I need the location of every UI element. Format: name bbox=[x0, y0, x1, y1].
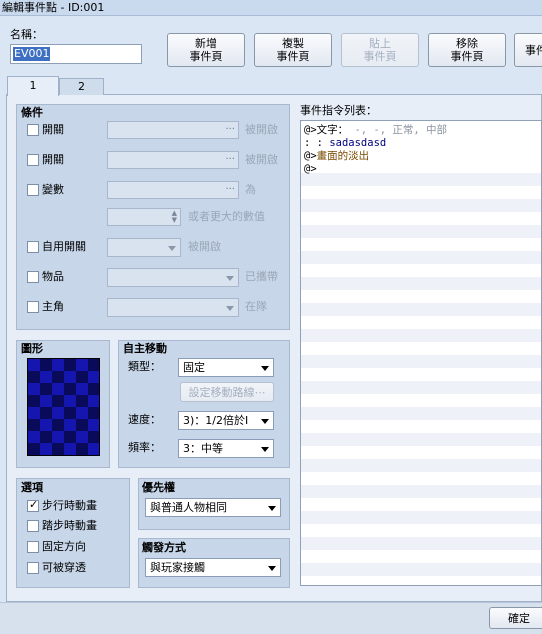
clear-page-button[interactable]: 事件 bbox=[514, 33, 542, 67]
command-line[interactable]: @> bbox=[304, 163, 317, 176]
set-move-route-button[interactable]: 設定移動路線⋯ bbox=[180, 382, 274, 402]
move-speed-label: 速度： bbox=[128, 413, 161, 426]
variable-or-more-label: 或者更大的數值 bbox=[188, 210, 265, 223]
graphic-preview[interactable] bbox=[27, 358, 100, 456]
variable-value-spinner[interactable]: ▲ ▼ bbox=[107, 208, 181, 226]
move-frequency-label: 頻率： bbox=[128, 441, 161, 454]
through-checkbox[interactable] bbox=[27, 562, 39, 574]
copy-page-label-2: 事件頁 bbox=[276, 50, 310, 63]
stepping-anim-label: 踏步時動畫 bbox=[42, 519, 97, 532]
actor-label: 主角 bbox=[42, 300, 64, 313]
self-switch-select[interactable] bbox=[107, 238, 181, 257]
name-label: 名稱： bbox=[10, 28, 43, 41]
command-list[interactable]: @>文字： -, -, 正常, 中部 : : sadasdasd @>畫面的淡出… bbox=[300, 120, 542, 586]
tab-page-1[interactable]: 1 bbox=[7, 76, 59, 96]
command-text: : bbox=[310, 137, 323, 149]
command-prefix: @> bbox=[304, 124, 317, 136]
move-frequency-value: 3：中等 bbox=[183, 442, 223, 455]
direction-fix-checkbox[interactable] bbox=[27, 541, 39, 553]
switch2-suffix: 被開啟 bbox=[245, 153, 278, 166]
self-switch-checkbox[interactable] bbox=[27, 241, 39, 253]
actor-suffix: 在隊 bbox=[245, 300, 267, 313]
item-select[interactable] bbox=[107, 268, 239, 287]
self-switch-label: 自用開關 bbox=[42, 240, 86, 253]
command-text: 畫面的淡出 bbox=[316, 150, 370, 162]
delete-page-label-2: 事件頁 bbox=[450, 50, 484, 63]
variable-label: 變數 bbox=[42, 183, 64, 196]
options-heading: 選項 bbox=[21, 481, 43, 494]
switch2-field[interactable]: ··· bbox=[107, 151, 239, 169]
item-checkbox[interactable] bbox=[27, 271, 39, 283]
trigger-heading: 觸發方式 bbox=[142, 541, 186, 554]
trigger-value: 與玩家接觸 bbox=[150, 561, 205, 574]
switch1-suffix: 被開啟 bbox=[245, 123, 278, 136]
ok-button[interactable]: 確定 bbox=[489, 607, 542, 629]
actor-checkbox[interactable] bbox=[27, 301, 39, 313]
switch1-checkbox[interactable] bbox=[27, 124, 39, 136]
variable-field[interactable]: ··· bbox=[107, 181, 239, 199]
priority-select[interactable]: 與普通人物相同 bbox=[145, 498, 281, 517]
paste-page-label-1: 貼上 bbox=[369, 37, 391, 50]
paste-page-label-2: 事件頁 bbox=[363, 50, 397, 63]
new-page-button[interactable]: 新增 事件頁 bbox=[167, 33, 245, 67]
window-title: 編輯事件點 - ID:001 bbox=[2, 1, 105, 14]
variable-suffix: 為 bbox=[245, 183, 256, 196]
command-params: sadasdasd bbox=[329, 137, 387, 149]
item-suffix: 已攜帶 bbox=[245, 270, 278, 283]
walking-anim-checkbox[interactable]: ✓ bbox=[27, 498, 39, 512]
walking-anim-label: 步行時動畫 bbox=[42, 499, 97, 512]
command-params: -, -, 正常, 中部 bbox=[354, 124, 448, 136]
item-label: 物品 bbox=[42, 270, 64, 283]
new-page-label-2: 事件頁 bbox=[189, 50, 223, 63]
command-line[interactable]: @>畫面的淡出 bbox=[304, 150, 369, 163]
stepping-anim-checkbox[interactable] bbox=[27, 520, 39, 532]
actor-select[interactable] bbox=[107, 298, 239, 317]
new-page-label-1: 新增 bbox=[195, 37, 217, 50]
name-input[interactable]: EV001 bbox=[10, 44, 142, 64]
move-type-label: 類型： bbox=[128, 360, 161, 373]
move-frequency-select[interactable]: 3：中等 bbox=[178, 439, 274, 458]
graphic-heading: 圖形 bbox=[21, 342, 43, 355]
priority-heading: 優先權 bbox=[142, 481, 175, 494]
through-label: 可被穿透 bbox=[42, 561, 86, 574]
command-prefix: @> bbox=[304, 163, 317, 175]
paste-page-button[interactable]: 貼上 事件頁 bbox=[341, 33, 419, 67]
delete-page-label-1: 移除 bbox=[456, 37, 478, 50]
command-line[interactable]: : : sadasdasd bbox=[304, 137, 386, 150]
graphic-checker-image bbox=[28, 359, 100, 455]
variable-checkbox[interactable] bbox=[27, 184, 39, 196]
checkmark-icon: ✓ bbox=[29, 498, 39, 511]
move-speed-select[interactable]: 3)：1/2倍於Ⅰ bbox=[178, 411, 274, 430]
switch2-checkbox[interactable] bbox=[27, 154, 39, 166]
autonomous-heading: 自主移動 bbox=[123, 342, 167, 355]
copy-page-label-1: 複製 bbox=[282, 37, 304, 50]
self-switch-suffix: 被開啟 bbox=[188, 240, 221, 253]
move-type-value: 固定 bbox=[183, 361, 205, 374]
priority-value: 與普通人物相同 bbox=[150, 501, 227, 514]
command-line[interactable]: @>文字： -, -, 正常, 中部 bbox=[304, 124, 447, 137]
direction-fix-label: 固定方向 bbox=[42, 540, 86, 553]
move-speed-value: 3)：1/2倍於Ⅰ bbox=[183, 414, 249, 427]
command-list-heading: 事件指令列表： bbox=[300, 104, 377, 117]
conditions-heading: 條件 bbox=[21, 106, 43, 119]
dialog-footer bbox=[0, 602, 542, 634]
move-type-select[interactable]: 固定 bbox=[178, 358, 274, 377]
command-prefix: @> bbox=[304, 150, 317, 162]
switch1-field[interactable]: ··· bbox=[107, 121, 239, 139]
copy-page-button[interactable]: 複製 事件頁 bbox=[254, 33, 332, 67]
clear-page-label-2: 事件 bbox=[525, 43, 542, 57]
delete-page-button[interactable]: 移除 事件頁 bbox=[428, 33, 506, 67]
title-bar: 編輯事件點 - ID:001 bbox=[0, 0, 542, 16]
tab-page-2[interactable]: 2 bbox=[59, 78, 104, 95]
ok-button-label: 確定 bbox=[508, 611, 530, 625]
switch2-label: 開關 bbox=[42, 153, 64, 166]
name-value: EV001 bbox=[13, 47, 51, 61]
set-move-route-label: 設定移動路線⋯ bbox=[188, 385, 266, 399]
trigger-select[interactable]: 與玩家接觸 bbox=[145, 558, 281, 577]
switch1-label: 開關 bbox=[42, 123, 64, 136]
command-text: 文字： bbox=[316, 124, 349, 136]
